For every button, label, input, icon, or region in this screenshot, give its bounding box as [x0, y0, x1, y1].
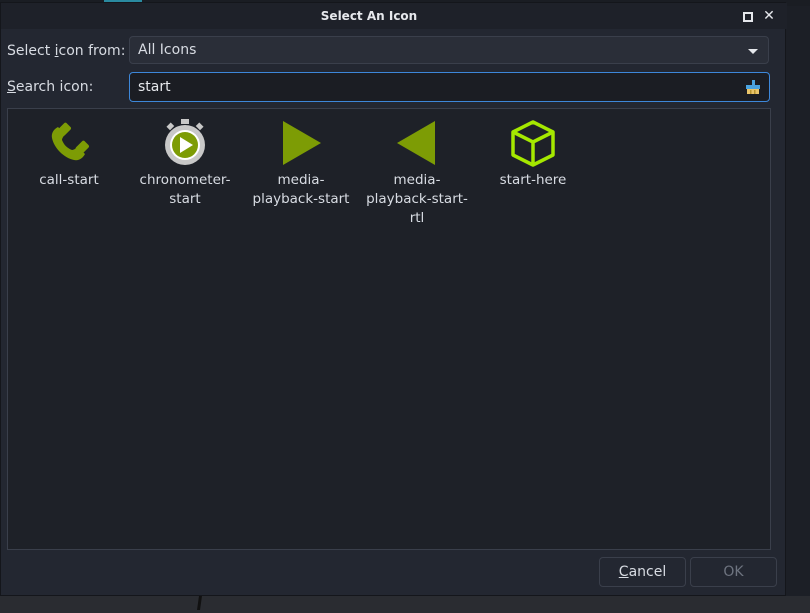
icon-label: call-start — [14, 171, 124, 190]
label-line: media- — [393, 172, 441, 188]
search-value: start — [138, 79, 171, 95]
icon-label: chronometer-start — [130, 171, 240, 209]
label-part: Select — [7, 43, 55, 59]
label-line: playback-start- — [366, 191, 468, 207]
cube-icon — [511, 120, 555, 167]
icon-item-chronometer-start[interactable]: chronometer-start — [130, 119, 240, 209]
search-icon-label: Search icon: — [7, 79, 93, 95]
label-line: start-here — [499, 172, 567, 188]
stopwatch-play-icon — [165, 119, 205, 165]
edit-clear-icon[interactable] — [745, 80, 761, 94]
icon-item-call-start[interactable]: call-start — [14, 119, 124, 190]
icon-item-media-playback-start[interactable]: media-playback-start — [246, 119, 356, 209]
label-line: chronometer- — [139, 172, 231, 188]
close-icon[interactable]: ✕ — [762, 9, 776, 23]
label-line: call-start — [39, 172, 99, 188]
ok-button[interactable]: OK — [690, 557, 777, 587]
button-label: ancel — [628, 564, 667, 580]
cancel-button[interactable]: Cancel — [599, 557, 686, 587]
background-desktop — [0, 596, 810, 613]
label-line: rtl — [409, 210, 425, 226]
icon-label: media-playback-start — [246, 171, 356, 209]
icon-grid: call-start chronometer-start media-playb… — [7, 108, 771, 550]
label-line: playback-start — [252, 191, 350, 207]
play-icon — [283, 121, 321, 165]
label-line: start — [169, 191, 201, 207]
icon-label: media-playback-start-rtl — [362, 171, 472, 228]
mnemonic: C — [618, 564, 629, 580]
label-part: earch icon: — [15, 79, 94, 95]
maximize-icon[interactable] — [740, 9, 754, 23]
title-bar: Select An Icon ✕ — [1, 3, 787, 29]
dropdown-arrow-icon — [748, 49, 758, 54]
icon-label: start-here — [478, 171, 588, 190]
mnemonic: S — [7, 79, 16, 95]
label-part: con from: — [58, 43, 126, 59]
icon-source-value: All Icons — [138, 42, 197, 58]
icon-item-start-here[interactable]: start-here — [478, 119, 588, 190]
label-line: media- — [277, 172, 325, 188]
play-rtl-icon — [397, 121, 435, 165]
phone-icon — [51, 122, 89, 161]
dialog-title: Select An Icon — [320, 9, 418, 23]
icon-source-combo[interactable]: All Icons — [129, 36, 769, 64]
icon-item-media-playback-start-rtl[interactable]: media-playback-start-rtl — [362, 119, 472, 228]
select-icon-from-label: Select icon from: — [7, 43, 125, 59]
search-input[interactable]: start — [129, 72, 770, 102]
